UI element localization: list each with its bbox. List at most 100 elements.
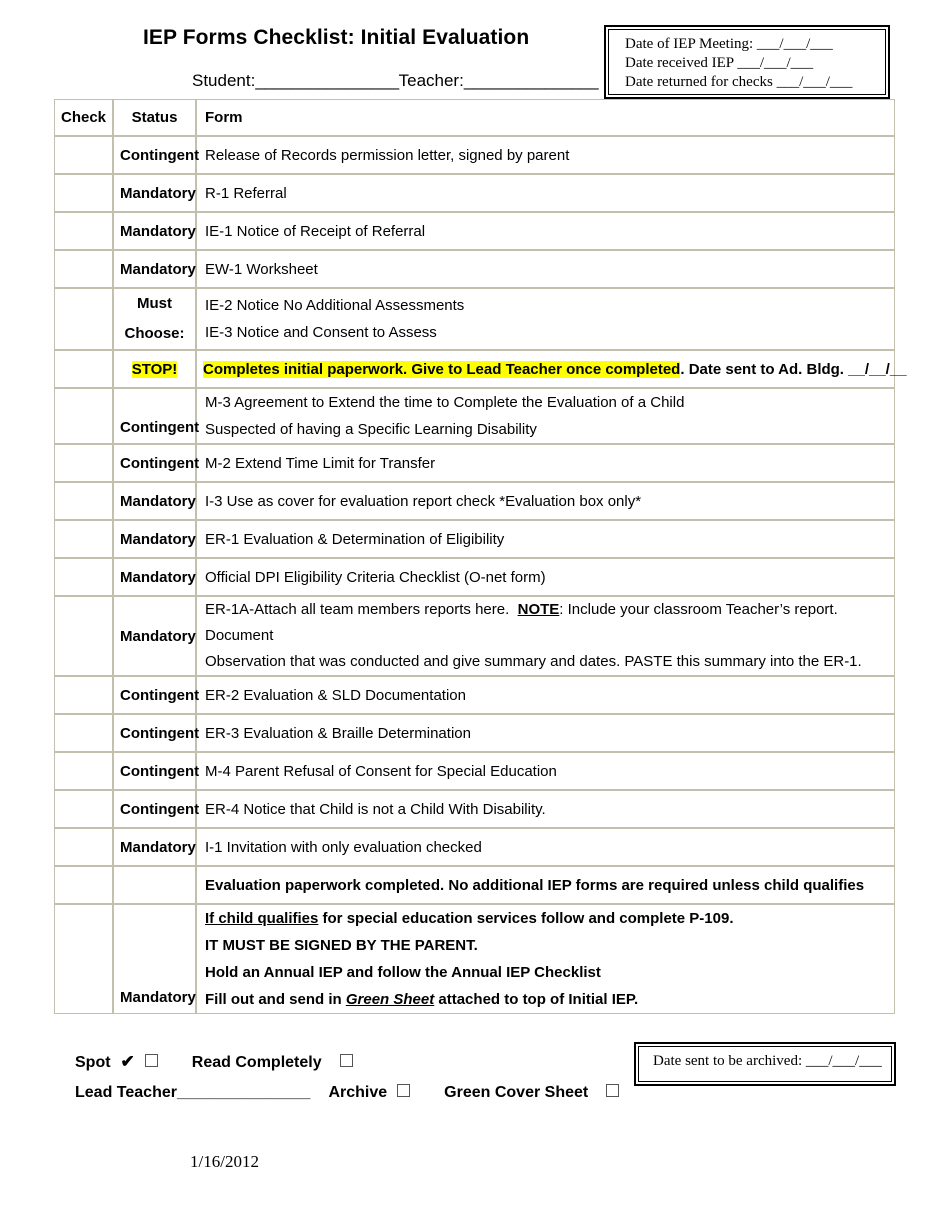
form-cell: ER-2 Evaluation & SLD Documentation <box>196 676 895 714</box>
status-cell <box>113 866 196 904</box>
check-cell[interactable] <box>54 866 113 904</box>
if-child-qualifies-text: If child qualifies <box>205 910 319 927</box>
form-cell: I-3 Use as cover for evaluation report c… <box>196 482 895 520</box>
archive-checkbox[interactable] <box>397 1084 411 1097</box>
form-cell: R-1 Referral <box>196 174 895 212</box>
final-line-4-prefix: Fill out and send in <box>205 991 346 1008</box>
check-cell[interactable] <box>54 520 113 558</box>
date-of-iep-meeting-label: Date of IEP Meeting: <box>625 36 754 52</box>
status-cell: Mandatory <box>113 596 196 676</box>
note-keyword: NOTE <box>517 601 560 618</box>
table-row: Mandatory I-3 Use as cover for evaluatio… <box>54 482 895 520</box>
check-cell[interactable] <box>54 288 113 350</box>
status-cell: Contingent <box>113 752 199 790</box>
check-cell[interactable] <box>54 350 113 388</box>
check-cell[interactable] <box>54 790 113 828</box>
check-cell[interactable] <box>54 250 113 288</box>
check-cell[interactable] <box>54 388 113 444</box>
student-label: Student: <box>192 71 256 90</box>
form-cell: ER-1 Evaluation & Determination of Eligi… <box>196 520 895 558</box>
footer-row-2: Lead Teacher_______________ Archive Green … <box>75 1078 620 1108</box>
date-received-iep-blank[interactable]: ___/___/___ <box>737 55 813 71</box>
stop-badge: STOP! <box>131 360 178 378</box>
date-of-iep-meeting-blank[interactable]: ___/___/___ <box>757 36 833 52</box>
status-cell: Mandatory <box>113 828 196 866</box>
date-returned-for-checks-label: Date returned for checks <box>625 74 773 90</box>
table-row: Mandatory I-1 Invitation with only evalu… <box>54 828 895 866</box>
stop-highlight-text: Completes initial paperwork. Give to Lea… <box>203 360 681 378</box>
read-completely-checkbox[interactable] <box>339 1054 353 1067</box>
check-cell[interactable] <box>54 136 113 174</box>
check-cell[interactable] <box>54 558 113 596</box>
table-row: Evaluation paperwork completed. No addit… <box>54 866 895 904</box>
column-header-form: Form <box>196 99 895 136</box>
form-line-2: Observation that was conducted and give … <box>205 653 862 670</box>
column-header-status: Status <box>113 99 196 136</box>
check-cell[interactable] <box>54 904 113 1014</box>
form-cell: IE-1 Notice of Receipt of Referral <box>196 212 895 250</box>
table-row-stop: STOP! Completes initial paperwork. Give … <box>54 350 907 388</box>
status-cell: Must Choose: <box>113 288 196 350</box>
table-row-final: Mandatory If child qualifies for special… <box>54 904 895 1014</box>
form-cell: ER-4 Notice that Child is not a Child Wi… <box>196 790 895 828</box>
check-cell[interactable] <box>54 212 113 250</box>
read-completely-label: Read Completely <box>191 1054 322 1071</box>
teacher-blank[interactable]: _______________ <box>464 71 599 90</box>
table-row: Contingent Release of Records permission… <box>54 136 895 174</box>
final-line-3: Hold an Annual IEP and follow the Annual… <box>205 964 601 981</box>
date-returned-for-checks-blank[interactable]: ___/___/___ <box>777 74 853 90</box>
date-of-iep-meeting-row: Date of IEP Meeting: ___/___/___ <box>625 35 885 54</box>
form-cell: M-4 Parent Refusal of Consent for Specia… <box>196 752 895 790</box>
form-line-2: Suspected of having a Specific Learning … <box>205 421 537 438</box>
check-cell[interactable] <box>54 444 113 482</box>
check-cell[interactable] <box>54 714 113 752</box>
document-date: 1/16/2012 <box>190 1152 259 1171</box>
green-sheet-text: Green Sheet <box>345 991 435 1008</box>
teacher-label: Teacher: <box>398 71 464 90</box>
form-cell: EW-1 Worksheet <box>196 250 895 288</box>
table-row: Mandatory ER-1A-Attach all team members … <box>54 596 895 676</box>
form-cell-stop: Completes initial paperwork. Give to Lea… <box>196 350 907 388</box>
table-row: Mandatory EW-1 Worksheet <box>54 250 895 288</box>
archive-date-blank[interactable]: ___/___/___ <box>806 1053 882 1069</box>
check-cell[interactable] <box>54 482 113 520</box>
date-returned-for-checks-row: Date returned for checks ___/___/___ <box>625 73 885 92</box>
iep-forms-checklist-table: Check Status Form Contingent Release of … <box>54 99 907 1014</box>
check-cell[interactable] <box>54 828 113 866</box>
archive-label: Archive <box>328 1084 388 1101</box>
form-cell: IE-2 Notice No Additional Assessments IE… <box>196 288 895 350</box>
status-cell-stop: STOP! <box>113 350 196 388</box>
form-line-1: ER-1A-Attach all team members reports he… <box>205 597 888 649</box>
status-cell: Mandatory <box>113 558 196 596</box>
status-cell: Mandatory <box>113 904 196 1014</box>
status-cell: Mandatory <box>113 212 196 250</box>
table-row: Mandatory IE-1 Notice of Receipt of Refe… <box>54 212 895 250</box>
final-line-1: If child qualifies for special education… <box>205 905 888 932</box>
check-cell[interactable] <box>54 676 113 714</box>
final-line-4: Fill out and send in Green Sheet attache… <box>205 986 888 1013</box>
spot-label: Spot <box>75 1054 111 1071</box>
table-row: Contingent ER-3 Evaluation & Braille Det… <box>54 714 895 752</box>
check-cell[interactable] <box>54 174 113 212</box>
spot-checkbox[interactable] <box>144 1054 158 1067</box>
status-cell: Contingent <box>113 136 199 174</box>
check-cell[interactable] <box>54 596 113 676</box>
iep-date-box-inner: Date of IEP Meeting: ___/___/___ Date re… <box>608 29 886 95</box>
final-line-1-rest: for special education services follow an… <box>318 910 734 927</box>
table-row: Contingent M-4 Parent Refusal of Consent… <box>54 752 895 790</box>
final-line-2: IT MUST BE SIGNED BY THE PARENT. <box>205 937 478 954</box>
column-header-check: Check <box>54 99 113 136</box>
green-cover-sheet-checkbox[interactable] <box>606 1084 620 1097</box>
status-cell: Contingent <box>113 714 199 752</box>
lead-teacher-blank[interactable]: _______________ <box>177 1084 310 1101</box>
status-cell: Contingent <box>113 790 199 828</box>
green-cover-sheet-label: Green Cover Sheet <box>444 1084 589 1101</box>
student-blank[interactable]: ________________ <box>255 71 399 90</box>
check-cell[interactable] <box>54 752 113 790</box>
student-teacher-line: Student:________________Teacher:________… <box>192 71 599 91</box>
form-cell-final: If child qualifies for special education… <box>196 904 895 1014</box>
form-line-1: IE-2 Notice No Additional Assessments <box>205 297 465 314</box>
status-line-2: Choose: <box>124 325 185 342</box>
status-cell: Mandatory <box>113 250 196 288</box>
status-cell: Mandatory <box>113 174 196 212</box>
